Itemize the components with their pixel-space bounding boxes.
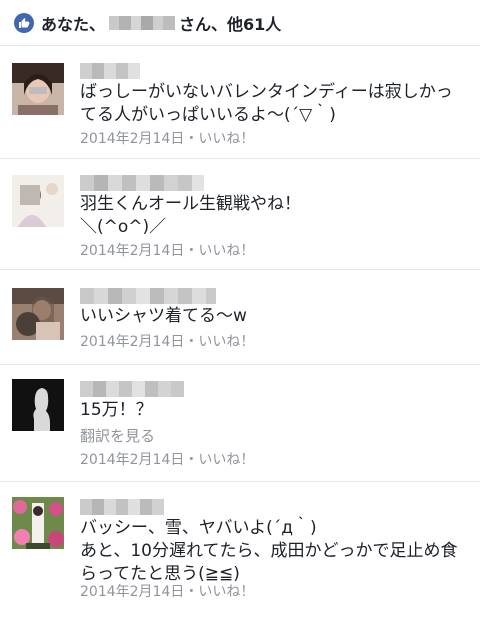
censored-name (109, 15, 176, 30)
comment-meta: 2014年2月14日・いいね！ (80, 452, 255, 468)
likes-prefix: あなた、 (41, 14, 106, 34)
avatar[interactable] (12, 379, 64, 431)
comment-text: いいシャツ着てる〜w (80, 306, 247, 326)
comment-text: バッシー、雪、ヤバいよ(´д｀) あと、10分遅れてたら、成田かどっかで足止め食… (80, 518, 458, 584)
like-link[interactable]: いいね！ (198, 131, 254, 147)
comment-date: 2014年2月14日 (80, 131, 185, 147)
comment-item: ばっしーがいないバレンタインディーは寂しかっ てる人がいっぱいいるよ〜(´▽｀)… (0, 47, 480, 159)
censored-commenter-name[interactable] (80, 499, 164, 515)
comment-meta: 2014年2月14日・いいね！ (80, 131, 255, 147)
avatar[interactable] (12, 288, 64, 340)
avatar[interactable] (12, 497, 64, 549)
like-link[interactable]: いいね！ (198, 243, 254, 259)
censored-commenter-name[interactable] (80, 381, 184, 397)
censored-commenter-name[interactable] (80, 175, 204, 191)
censored-commenter-name[interactable] (80, 288, 216, 304)
comment-text: 15万！？ (80, 400, 153, 420)
comment-meta: 2014年2月14日・いいね！ (80, 243, 255, 259)
avatar[interactable] (12, 175, 64, 227)
see-translation-link[interactable]: 翻訳を見る (80, 425, 155, 446)
comment-text: ばっしーがいないバレンタインディーは寂しかっ てる人がいっぱいいるよ〜(´▽｀) (80, 82, 453, 125)
comment-date: 2014年2月14日 (80, 334, 185, 350)
thumbs-up-icon (14, 12, 34, 33)
comment-item: いいシャツ着てる〜w 2014年2月14日・いいね！ (0, 271, 480, 365)
like-link[interactable]: いいね！ (198, 334, 254, 350)
comment-meta: 2014年2月14日・いいね！ (80, 584, 255, 600)
comment-date: 2014年2月14日 (80, 243, 185, 259)
likes-summary[interactable]: あなた、 さん、他61人 (0, 0, 480, 46)
censored-commenter-name[interactable] (80, 63, 140, 79)
avatar[interactable] (12, 63, 64, 115)
comment-item: 羽生くんオール生観戦やね！ ＼(^o^)／ 2014年2月14日・いいね！ (0, 160, 480, 270)
comment-text: 羽生くんオール生観戦やね！ ＼(^o^)／ (80, 194, 301, 237)
likes-text: あなた、 さん、他61人 (41, 11, 281, 35)
like-link[interactable]: いいね！ (198, 452, 254, 468)
comment-item: 15万！？ 翻訳を見る 2014年2月14日・いいね！ (0, 366, 480, 482)
likes-suffix: さん、他61人 (179, 14, 282, 34)
like-link[interactable]: いいね！ (198, 584, 254, 600)
comment-meta: 2014年2月14日・いいね！ (80, 334, 255, 350)
comment-date: 2014年2月14日 (80, 584, 185, 600)
comment-date: 2014年2月14日 (80, 452, 185, 468)
comment-item: バッシー、雪、ヤバいよ(´д｀) あと、10分遅れてたら、成田かどっかで足止め食… (0, 483, 480, 617)
